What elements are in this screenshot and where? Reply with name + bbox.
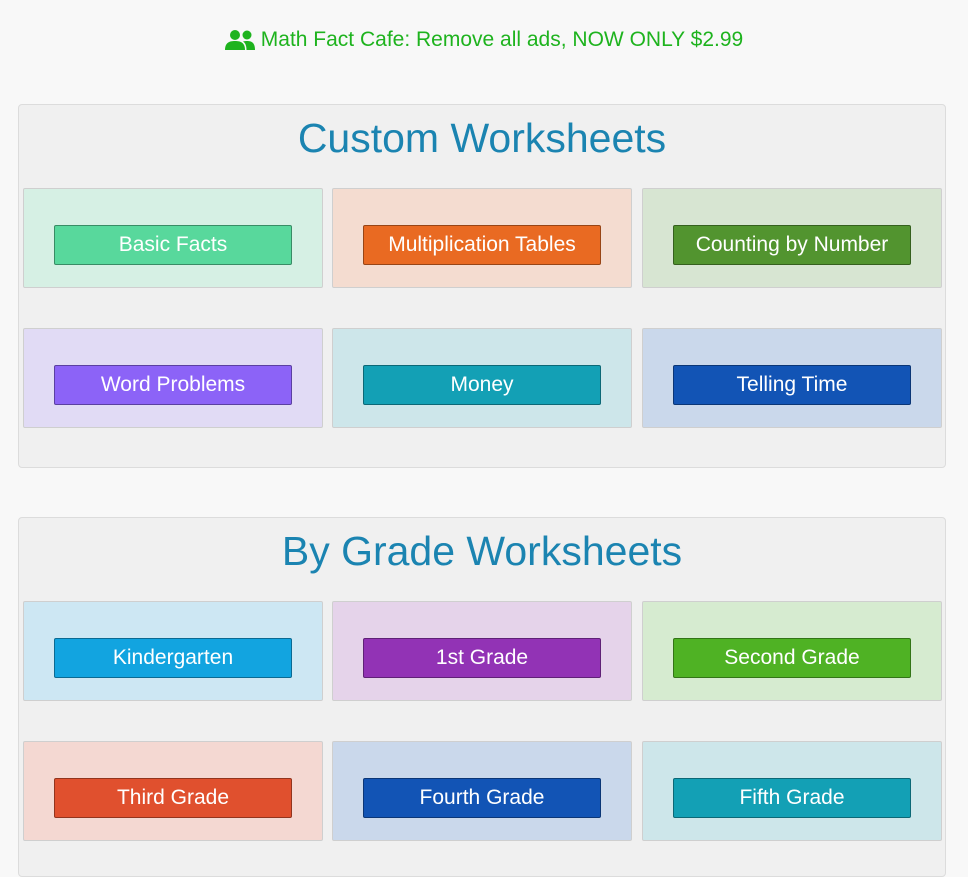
custom-worksheets-section: Custom Worksheets Basic Facts Multiplica… xyxy=(18,104,946,468)
remove-ads-link[interactable]: Math Fact Cafe: Remove all ads, NOW ONLY… xyxy=(0,26,968,54)
fourth-grade-button[interactable]: Fourth Grade xyxy=(363,778,601,818)
by-grade-worksheets-section: By Grade Worksheets Kindergarten 1st Gra… xyxy=(18,517,946,877)
tile-telling-time: Telling Time xyxy=(642,328,942,428)
basic-facts-button[interactable]: Basic Facts xyxy=(54,225,292,265)
kindergarten-button[interactable]: Kindergarten xyxy=(54,638,292,678)
tile-second-grade: Second Grade xyxy=(642,601,942,701)
tile-fifth-grade: Fifth Grade xyxy=(642,741,942,841)
telling-time-button[interactable]: Telling Time xyxy=(673,365,911,405)
tile-counting-by-number: Counting by Number xyxy=(642,188,942,288)
multiplication-tables-button[interactable]: Multiplication Tables xyxy=(363,225,601,265)
1st-grade-button[interactable]: 1st Grade xyxy=(363,638,601,678)
tile-1st-grade: 1st Grade xyxy=(332,601,632,701)
third-grade-button[interactable]: Third Grade xyxy=(54,778,292,818)
second-grade-button[interactable]: Second Grade xyxy=(673,638,911,678)
tile-money: Money xyxy=(332,328,632,428)
counting-by-number-button[interactable]: Counting by Number xyxy=(673,225,911,265)
users-icon xyxy=(224,30,255,50)
tile-kindergarten: Kindergarten xyxy=(23,601,323,701)
money-button[interactable]: Money xyxy=(363,365,601,405)
promo-text: Math Fact Cafe: Remove all ads, NOW ONLY… xyxy=(260,28,744,51)
tile-multiplication-tables: Multiplication Tables xyxy=(332,188,632,288)
tile-third-grade: Third Grade xyxy=(23,741,323,841)
tile-basic-facts: Basic Facts xyxy=(23,188,323,288)
tile-fourth-grade: Fourth Grade xyxy=(332,741,632,841)
section-title: By Grade Worksheets xyxy=(281,528,683,574)
section-title: Custom Worksheets xyxy=(297,115,667,161)
fifth-grade-button[interactable]: Fifth Grade xyxy=(673,778,911,818)
word-problems-button[interactable]: Word Problems xyxy=(54,365,292,405)
tile-word-problems: Word Problems xyxy=(23,328,323,428)
